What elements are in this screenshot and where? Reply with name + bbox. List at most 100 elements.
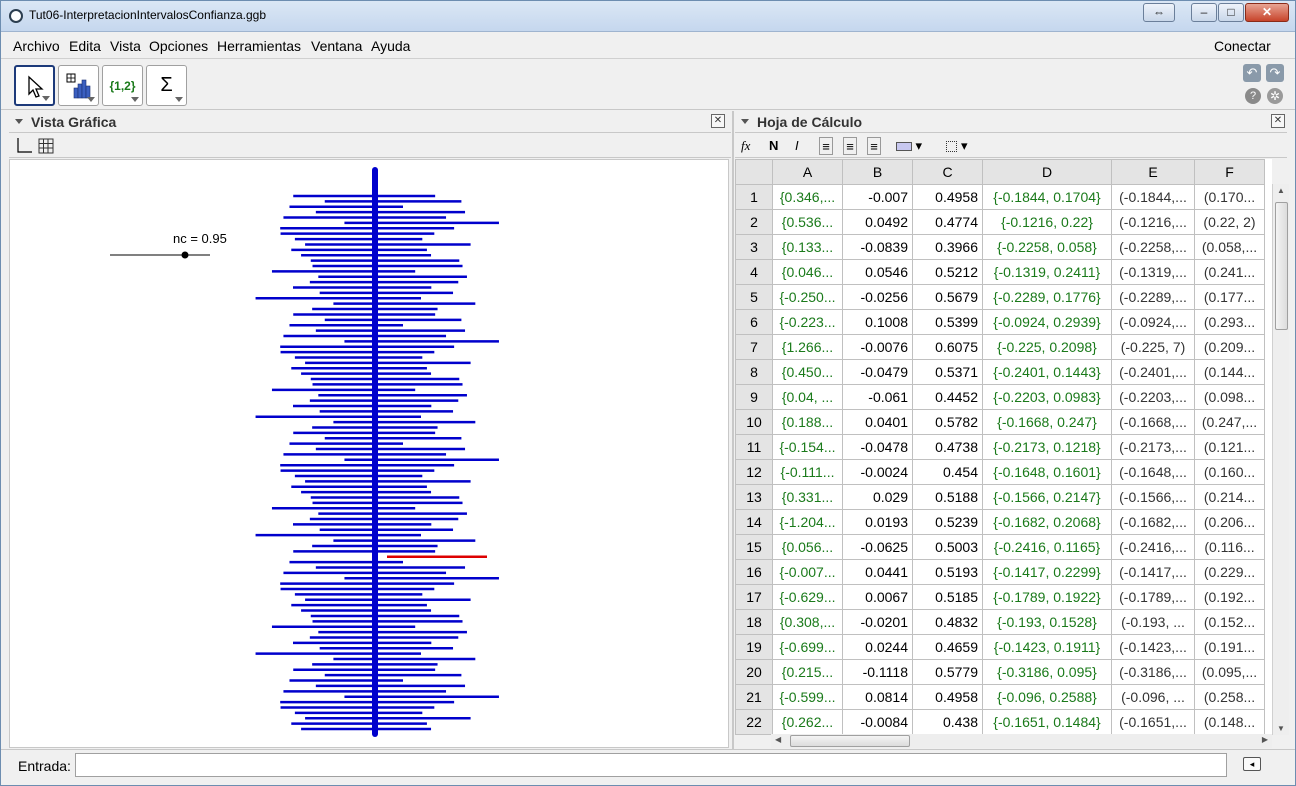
- histogram-tool-button[interactable]: [58, 65, 99, 106]
- cell-a[interactable]: {-0.599...: [772, 684, 843, 710]
- cell-c[interactable]: 0.5185: [912, 584, 983, 610]
- cell-b[interactable]: -0.0256: [842, 284, 913, 310]
- cell-d[interactable]: {-0.193, 0.1528}: [982, 609, 1112, 635]
- cell-f[interactable]: (0.148...: [1194, 709, 1265, 735]
- cell-b[interactable]: 0.029: [842, 484, 913, 510]
- cell-b[interactable]: 0.0814: [842, 684, 913, 710]
- cell-b[interactable]: -0.0625: [842, 534, 913, 560]
- cell-e[interactable]: (-0.1844,...: [1111, 184, 1195, 210]
- cell-a[interactable]: {-0.154...: [772, 434, 843, 460]
- cell-f[interactable]: (0.058,...: [1194, 234, 1265, 260]
- cell-d[interactable]: {-0.1682, 0.2068}: [982, 509, 1112, 535]
- cell-e[interactable]: (-0.2416,...: [1111, 534, 1195, 560]
- cell-c[interactable]: 0.3966: [912, 234, 983, 260]
- cell-a[interactable]: {-0.007...: [772, 559, 843, 585]
- cell-b[interactable]: -0.007: [842, 184, 913, 210]
- cell-a[interactable]: {0.308,...: [772, 609, 843, 635]
- panel-divider[interactable]: [732, 111, 734, 749]
- menu-herramientas[interactable]: Herramientas: [217, 38, 301, 54]
- cell-a[interactable]: {0.262...: [772, 709, 843, 735]
- row-header[interactable]: 15: [735, 534, 773, 560]
- graphics-canvas[interactable]: nc = 0.95: [9, 159, 729, 748]
- cell-d[interactable]: {-0.1319, 0.2411}: [982, 259, 1112, 285]
- cell-a[interactable]: {0.046...: [772, 259, 843, 285]
- cell-e[interactable]: (-0.1423,...: [1111, 634, 1195, 660]
- cell-c[interactable]: 0.4659: [912, 634, 983, 660]
- row-header[interactable]: 17: [735, 584, 773, 610]
- cell-f[interactable]: (0.192...: [1194, 584, 1265, 610]
- cell-b[interactable]: 0.0401: [842, 409, 913, 435]
- close-graphics-view-button[interactable]: ✕: [711, 114, 725, 128]
- cell-f[interactable]: (0.098...: [1194, 384, 1265, 410]
- cell-d[interactable]: {-0.2416, 0.1165}: [982, 534, 1112, 560]
- italic-button[interactable]: I: [795, 137, 799, 155]
- cell-d[interactable]: {-0.1417, 0.2299}: [982, 559, 1112, 585]
- collapse-caret-icon[interactable]: [741, 119, 749, 124]
- cell-b[interactable]: 0.0546: [842, 259, 913, 285]
- cell-d[interactable]: {-0.1423, 0.1911}: [982, 634, 1112, 660]
- connect-link[interactable]: Conectar: [1214, 38, 1271, 54]
- cell-f[interactable]: (0.121...: [1194, 434, 1265, 460]
- cell-c[interactable]: 0.6075: [912, 334, 983, 360]
- bold-button[interactable]: N: [769, 137, 778, 155]
- keyboard-toggle-icon[interactable]: ◂: [1243, 757, 1261, 771]
- cell-f[interactable]: (0.191...: [1194, 634, 1265, 660]
- cell-d[interactable]: {-0.2258, 0.058}: [982, 234, 1112, 260]
- cell-f[interactable]: (0.241...: [1194, 259, 1265, 285]
- row-header[interactable]: 8: [735, 359, 773, 385]
- cell-f[interactable]: (0.160...: [1194, 459, 1265, 485]
- scroll-left-icon[interactable]: ◀: [775, 735, 781, 744]
- cell-c[interactable]: 0.5782: [912, 409, 983, 435]
- cell-e[interactable]: (-0.1216,...: [1111, 209, 1195, 235]
- cell-a[interactable]: {0.346,...: [772, 184, 843, 210]
- fx-input-bar-toggle[interactable]: fx: [741, 137, 750, 155]
- align-right-icon[interactable]: ≡: [867, 137, 881, 155]
- cell-e[interactable]: (-0.1651,...: [1111, 709, 1195, 735]
- cell-a[interactable]: {-0.223...: [772, 309, 843, 335]
- cell-e[interactable]: (-0.2203,...: [1111, 384, 1195, 410]
- cell-b[interactable]: -0.0201: [842, 609, 913, 635]
- cell-d[interactable]: {-0.1566, 0.2147}: [982, 484, 1112, 510]
- cell-c[interactable]: 0.5212: [912, 259, 983, 285]
- background-color-icon[interactable]: ▾: [893, 137, 925, 155]
- row-header[interactable]: 16: [735, 559, 773, 585]
- cell-a[interactable]: {0.133...: [772, 234, 843, 260]
- scroll-thumb[interactable]: [1275, 202, 1288, 330]
- cell-e[interactable]: (-0.1417,...: [1111, 559, 1195, 585]
- menu-ayuda[interactable]: Ayuda: [371, 38, 410, 54]
- cell-c[interactable]: 0.5779: [912, 659, 983, 685]
- cell-c[interactable]: 0.438: [912, 709, 983, 735]
- cell-e[interactable]: (-0.096, ...: [1111, 684, 1195, 710]
- redo-icon[interactable]: ↷: [1266, 64, 1284, 82]
- cell-c[interactable]: 0.5399: [912, 309, 983, 335]
- cell-f[interactable]: (0.170...: [1194, 184, 1265, 210]
- cell-e[interactable]: (-0.1668,...: [1111, 409, 1195, 435]
- cell-f[interactable]: (0.293...: [1194, 309, 1265, 335]
- cell-d[interactable]: {-0.1648, 0.1601}: [982, 459, 1112, 485]
- cell-f[interactable]: (0.116...: [1194, 534, 1265, 560]
- corner-cell[interactable]: [735, 159, 773, 185]
- sum-tool-button[interactable]: Σ: [146, 65, 187, 106]
- cell-e[interactable]: (-0.1648,...: [1111, 459, 1195, 485]
- menu-archivo[interactable]: Archivo: [13, 38, 60, 54]
- row-header[interactable]: 12: [735, 459, 773, 485]
- cell-d[interactable]: {-0.225, 0.2098}: [982, 334, 1112, 360]
- nc-slider-handle[interactable]: [181, 251, 189, 259]
- cell-a[interactable]: {0.04, ...: [772, 384, 843, 410]
- input-field[interactable]: [75, 753, 1227, 777]
- cell-e[interactable]: (-0.1789,...: [1111, 584, 1195, 610]
- help-icon[interactable]: ?: [1245, 88, 1261, 104]
- cell-c[interactable]: 0.5239: [912, 509, 983, 535]
- scroll-right-icon[interactable]: ▶: [1262, 735, 1268, 744]
- list-tool-button[interactable]: {1,2}: [102, 65, 143, 106]
- cell-b[interactable]: 0.0441: [842, 559, 913, 585]
- cell-a[interactable]: {0.450...: [772, 359, 843, 385]
- cell-a[interactable]: {-1.204...: [772, 509, 843, 535]
- grid-toggle-icon[interactable]: [37, 137, 55, 155]
- row-header[interactable]: 10: [735, 409, 773, 435]
- cell-b[interactable]: -0.0839: [842, 234, 913, 260]
- cell-e[interactable]: (-0.2173,...: [1111, 434, 1195, 460]
- row-header[interactable]: 21: [735, 684, 773, 710]
- cell-b[interactable]: -0.0478: [842, 434, 913, 460]
- cell-e[interactable]: (-0.225, 7): [1111, 334, 1195, 360]
